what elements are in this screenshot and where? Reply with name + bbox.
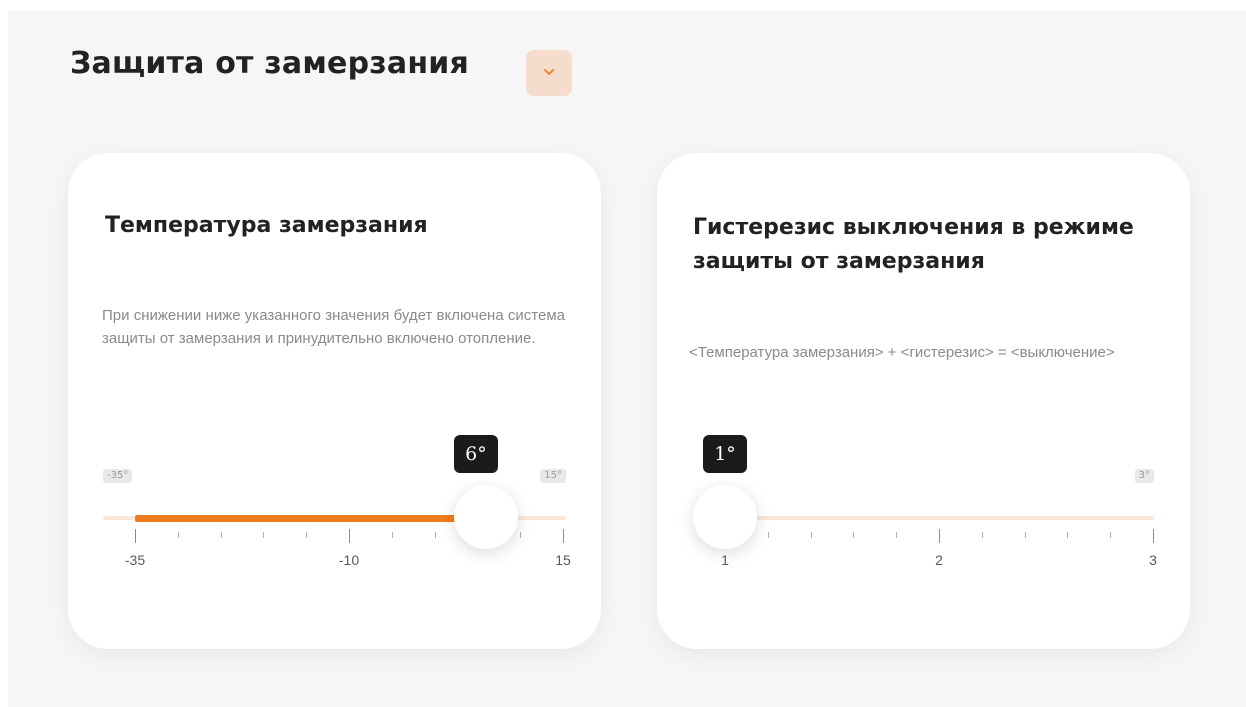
minor-tick [434,532,436,538]
freeze-temperature-card: Температура замерзания При снижении ниже… [68,153,601,649]
slider-min-badge: -35° [103,469,133,483]
tick-label: 15 [555,552,571,568]
minor-tick [391,532,393,538]
slider-value-tag: 6° [453,435,498,473]
tick-label: 1 [721,552,729,568]
major-tick [939,529,940,543]
card-title: Температура замерзания [105,213,428,238]
freeze-temperature-slider[interactable]: -35° 15° 6° -35 -10 15 [103,435,571,595]
minor-tick [767,532,769,538]
slider-max-badge: 15° [540,469,566,483]
minor-tick [853,532,855,538]
tick-label: 2 [935,552,943,568]
minor-tick [981,532,983,538]
tick-label: -10 [338,552,360,568]
chevron-down-icon [544,69,554,75]
hysteresis-slider[interactable]: 3° 1° 1 2 3 [693,435,1157,595]
slider-track[interactable] [693,516,1154,520]
minor-tick [1024,532,1026,538]
minor-tick [810,532,812,538]
section-title: Защита от замерзания [70,46,469,81]
slider-thumb[interactable] [693,485,757,549]
major-tick [135,529,136,543]
major-tick [563,529,564,543]
slider-max-badge: 3° [1134,469,1154,483]
major-tick [349,529,350,543]
minor-tick [306,532,308,538]
minor-tick [520,532,522,538]
card-description: <Температура замерзания> + <гистерезис> … [689,344,1115,361]
slider-fill [135,515,458,522]
tick-label: -35 [124,552,146,568]
tick-label: 3 [1149,552,1157,568]
slider-value-tag: 1° [703,435,747,473]
minor-tick [177,532,179,538]
minor-tick [263,532,265,538]
major-tick [1153,529,1154,543]
card-description: При снижении ниже указанного значения бу… [102,307,565,347]
slider-ticks [693,529,1154,552]
minor-tick [1110,532,1112,538]
slider-thumb[interactable] [453,485,518,549]
hysteresis-card: Гистерезис выключения в режиме защиты от… [657,153,1190,649]
collapse-toggle-button[interactable] [526,50,572,96]
card-title: Гистерезис выключения в режиме защиты от… [693,215,1134,274]
minor-tick [220,532,222,538]
minor-tick [896,532,898,538]
minor-tick [1067,532,1069,538]
